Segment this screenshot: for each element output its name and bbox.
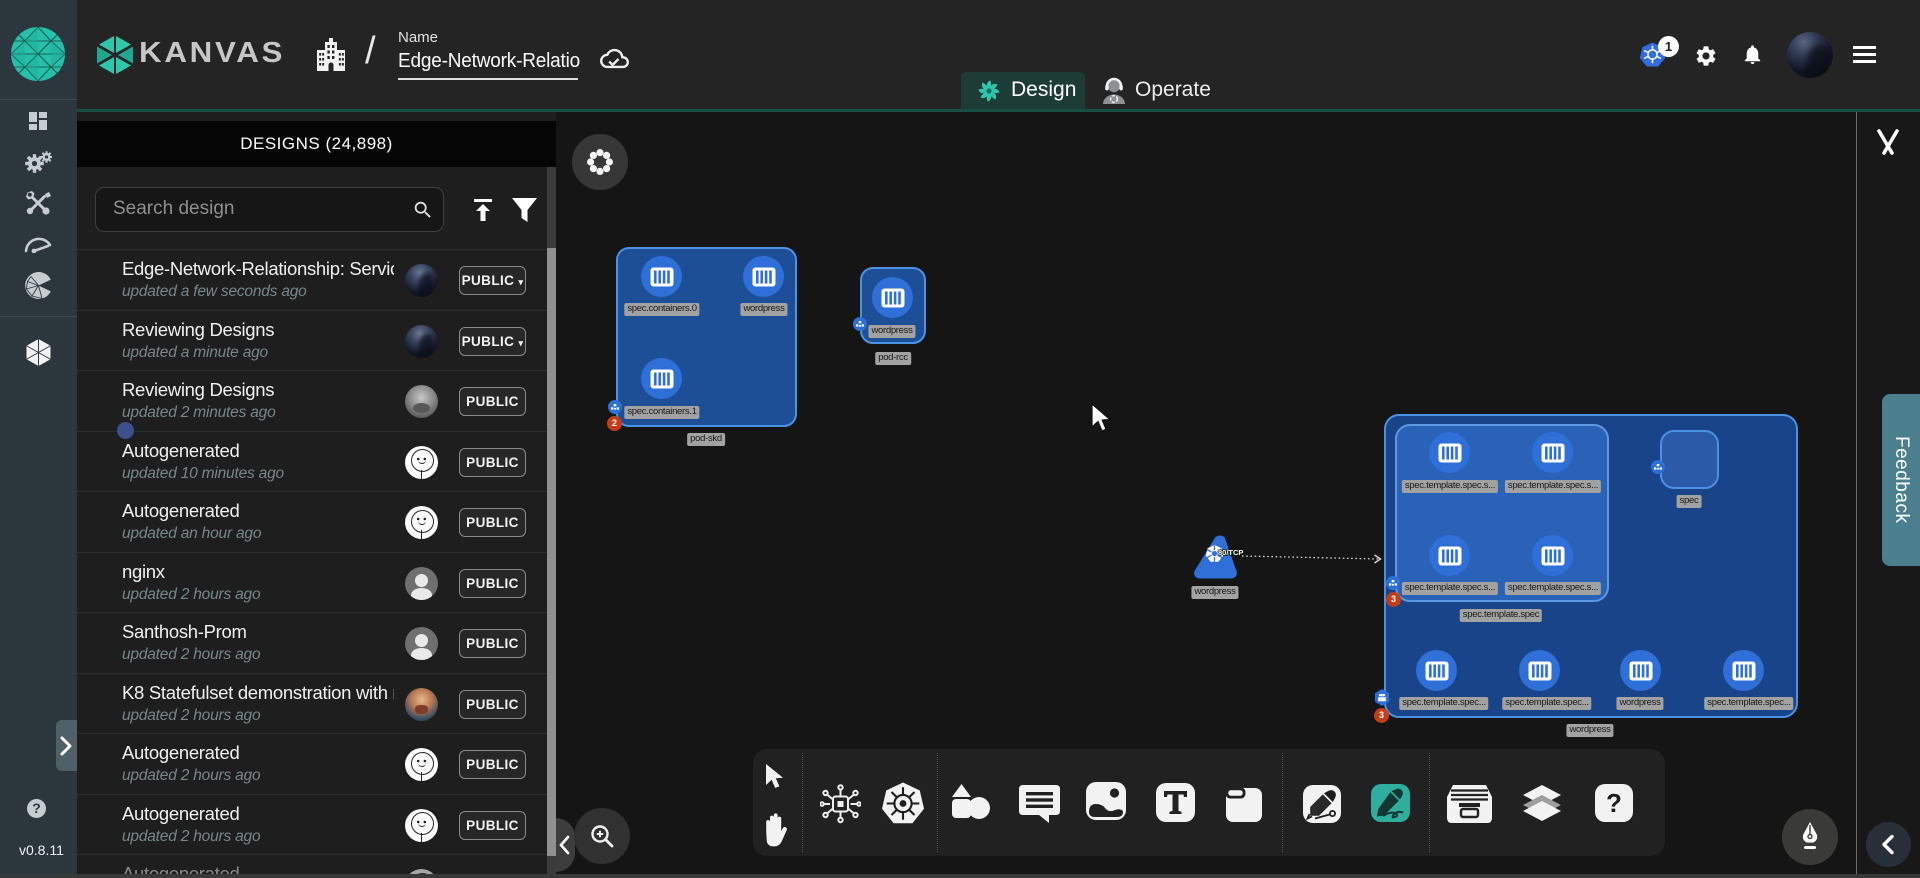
svg-text:80/TCP: 80/TCP bbox=[1218, 548, 1243, 557]
svg-text:?: ? bbox=[1606, 788, 1622, 818]
